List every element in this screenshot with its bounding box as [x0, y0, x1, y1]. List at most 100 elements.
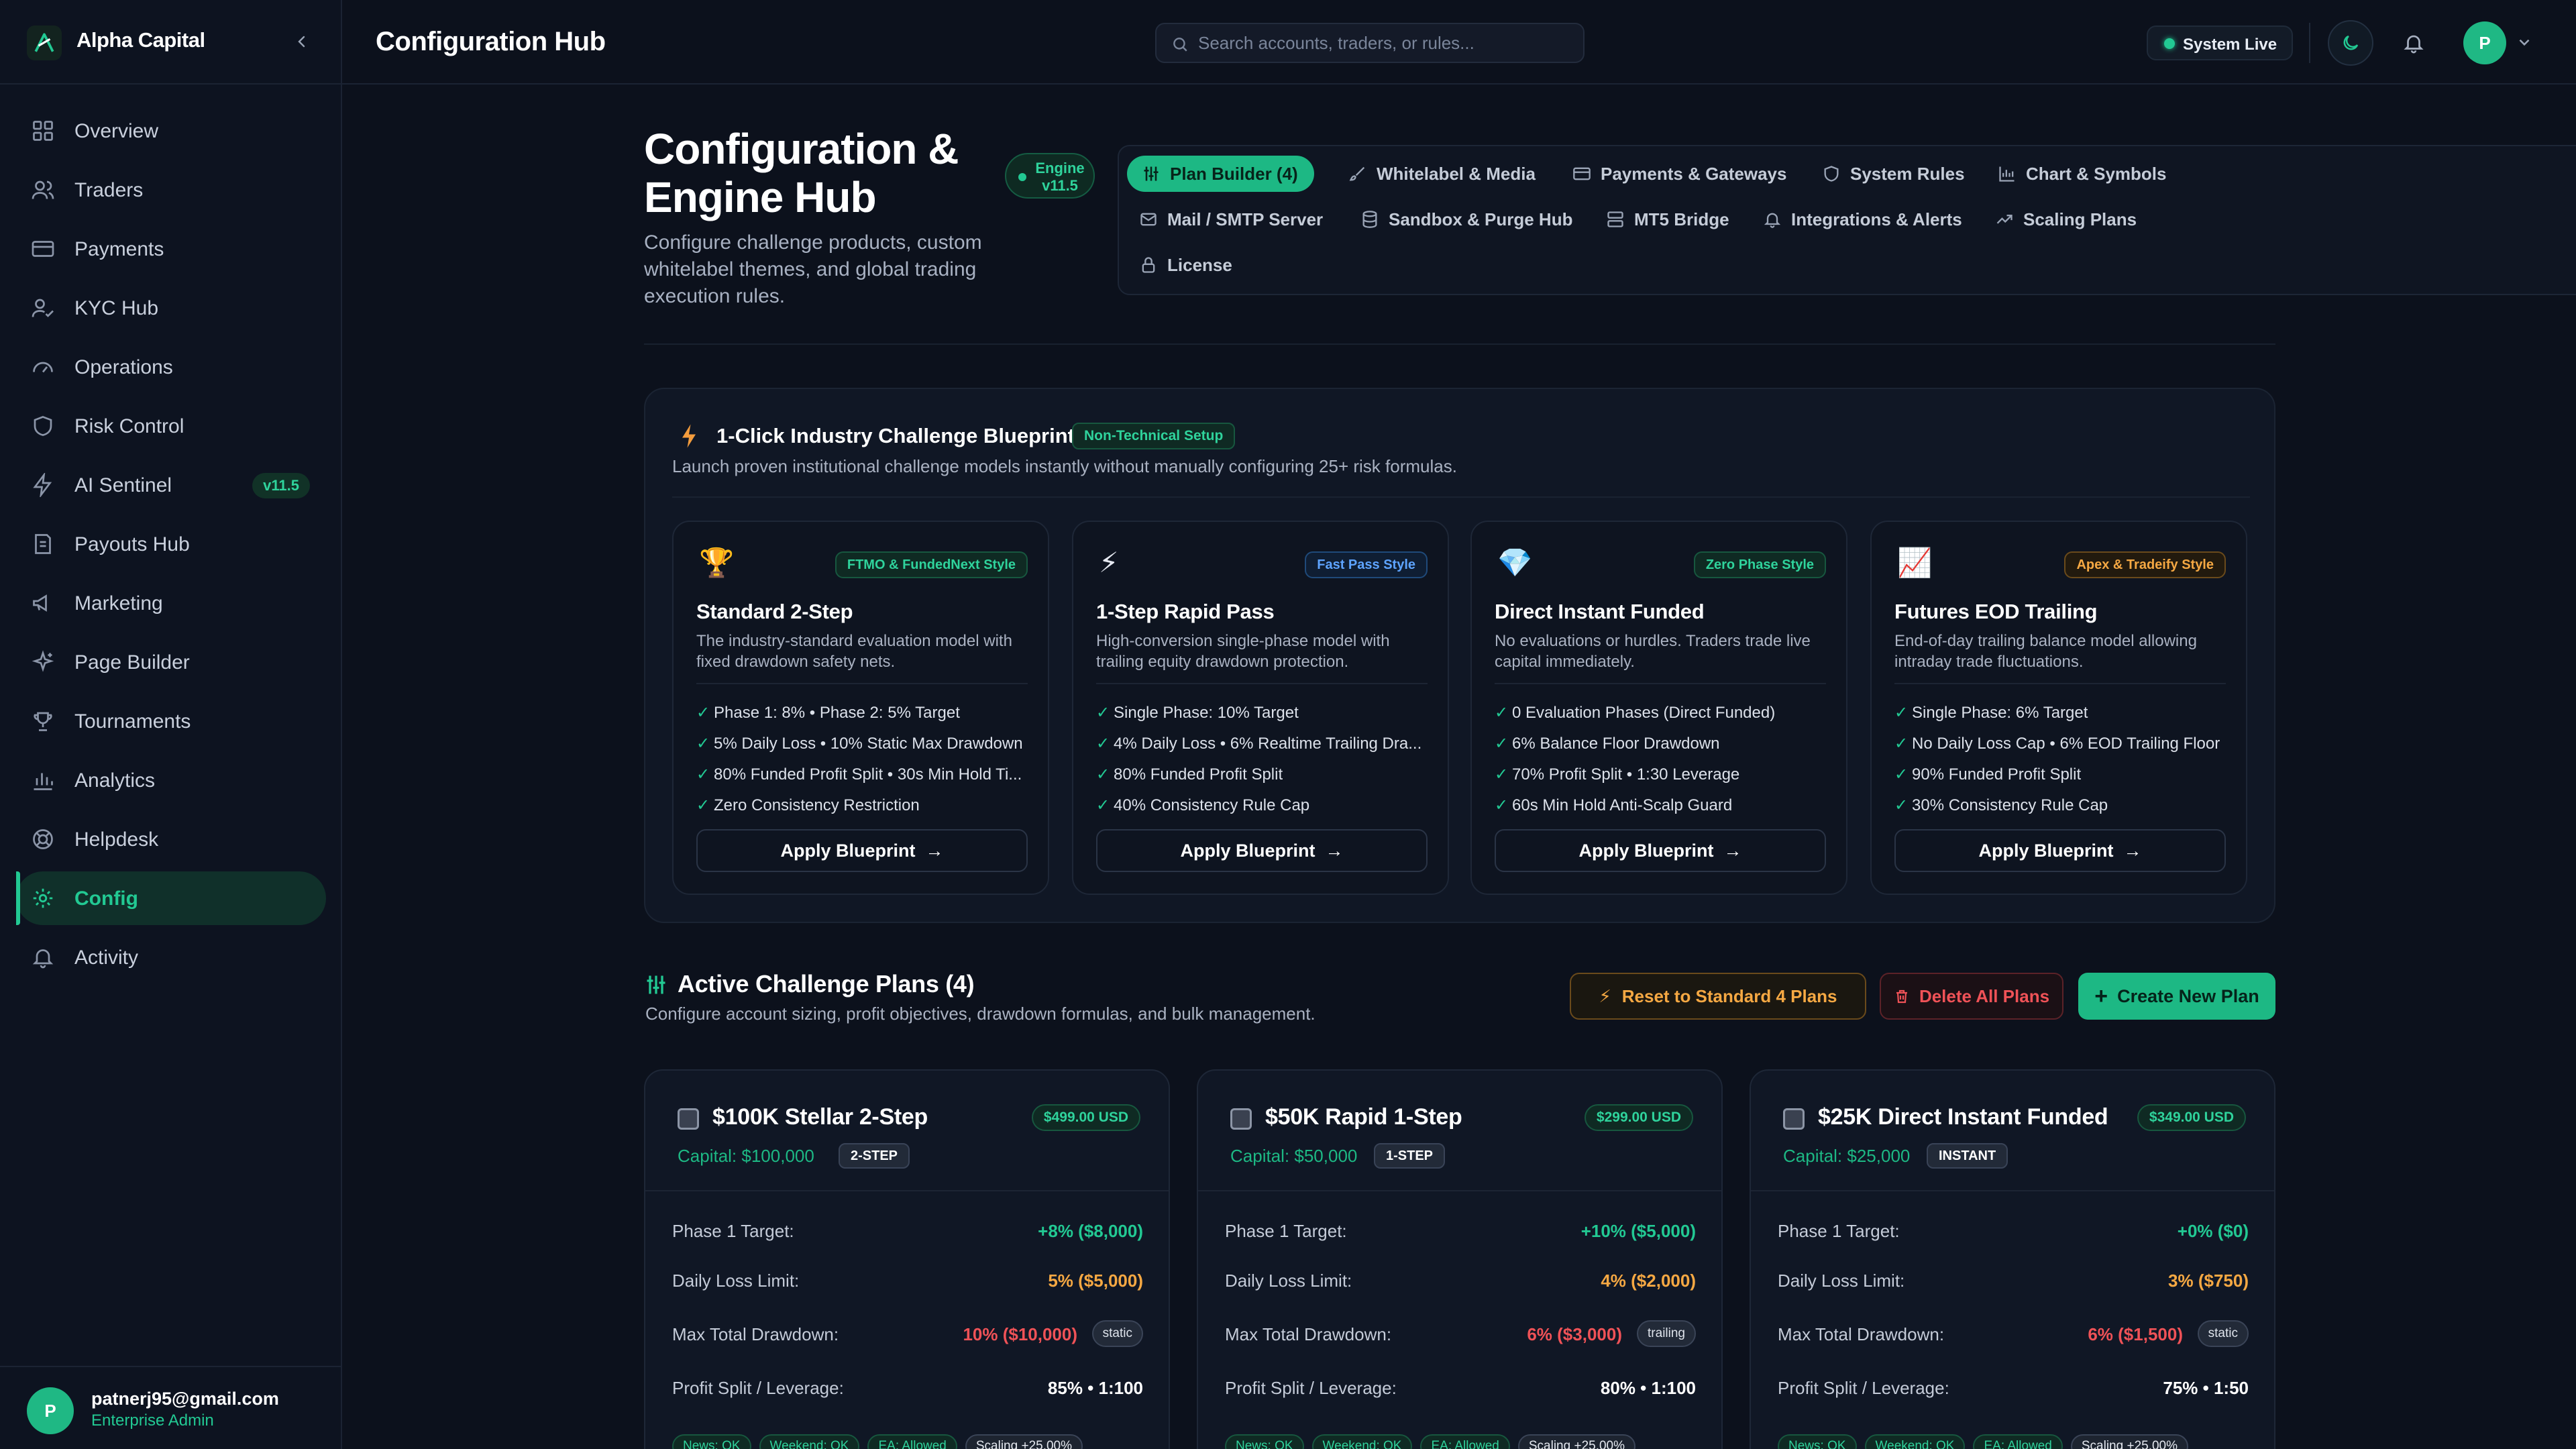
sidebar-item-label: Traders: [74, 179, 144, 201]
mail-icon: [1139, 210, 1158, 229]
apply-blueprint-button[interactable]: Apply Blueprint →: [696, 829, 1028, 872]
divider: [1198, 1190, 1721, 1191]
apply-blueprint-button[interactable]: Apply Blueprint →: [1495, 829, 1826, 872]
header-avatar[interactable]: P: [2463, 21, 2506, 64]
reset-plans-button[interactable]: ⚡ Reset to Standard 4 Plans: [1570, 973, 1866, 1020]
check-icon: ✓: [1096, 704, 1110, 722]
sidebar-item-label: Payments: [74, 238, 164, 260]
row-value: 6% ($3,000): [1527, 1324, 1622, 1344]
daily-loss-row: Daily Loss Limit: 4% ($2,000): [1225, 1267, 1696, 1293]
tab-scaling-plans[interactable]: Scaling Plans: [1984, 201, 2147, 237]
plan-capital: Capital: $25,000: [1783, 1146, 1911, 1166]
divider: [1894, 683, 2226, 684]
create-new-plan-button[interactable]: + Create New Plan: [2078, 973, 2275, 1020]
rule-chip: Scaling +25.00%: [2070, 1434, 2189, 1449]
tab-label: Chart & Symbols: [2026, 163, 2167, 184]
tab-system-rules[interactable]: System Rules: [1811, 156, 1976, 192]
row-value: 4% ($2,000): [1601, 1271, 1696, 1291]
chevron-down-icon[interactable]: [2516, 34, 2533, 51]
max-drawdown-row: Max Total Drawdown: 6% ($1,500) static: [1778, 1320, 2249, 1347]
button-label: Reset to Standard 4 Plans: [1621, 985, 1837, 1006]
trophy-icon: 🏆: [699, 547, 735, 578]
sidebar-item-config[interactable]: Config: [16, 871, 326, 925]
megaphone-icon: [31, 591, 55, 615]
drawdown-type-badge: static: [2197, 1320, 2249, 1347]
tab-label: Mail / SMTP Server: [1167, 209, 1324, 229]
tab-integrations-alerts[interactable]: Integrations & Alerts: [1752, 201, 1973, 237]
plan-select-checkbox[interactable]: [1783, 1108, 1805, 1130]
blueprint-style-tag: Fast Pass Style: [1305, 551, 1428, 578]
divider: [672, 496, 2250, 498]
tab-plan-builder[interactable]: Plan Builder (4): [1127, 156, 1314, 192]
sidebar-item-analytics[interactable]: Analytics: [16, 753, 326, 807]
tab-whitelabel-media[interactable]: Whitelabel & Media: [1338, 156, 1546, 192]
feature-text: Phase 1: 8% • Phase 2: 5% Target: [714, 704, 960, 722]
sidebar-item-overview[interactable]: Overview: [16, 104, 326, 158]
check-icon: ✓: [1894, 765, 1909, 784]
row-value: 80% • 1:100: [1600, 1378, 1696, 1398]
sidebar-item-risk-control[interactable]: Risk Control: [16, 399, 326, 453]
blueprint-description: No evaluations or hurdles. Traders trade…: [1495, 632, 1811, 671]
notifications-button[interactable]: [2395, 24, 2432, 62]
collapse-sidebar-chevron-icon[interactable]: [288, 28, 315, 55]
users-icon: [31, 178, 55, 202]
sidebar-item-label: Helpdesk: [74, 828, 159, 851]
tab-sandbox-purge[interactable]: Sandbox & Purge Hub: [1350, 201, 1583, 237]
search-input[interactable]: [1198, 24, 1574, 62]
sidebar-item-payouts-hub[interactable]: Payouts Hub: [16, 517, 326, 571]
sidebar-item-kyc-hub[interactable]: KYC Hub: [16, 281, 326, 335]
theme-toggle-button[interactable]: [2328, 20, 2373, 66]
sidebar-item-tournaments[interactable]: Tournaments: [16, 694, 326, 748]
bolt-icon: [31, 473, 55, 497]
list-item: ✓ Single Phase: 6% Target: [1894, 698, 2226, 729]
arrow-right-icon: →: [1325, 840, 1344, 861]
plan-card-100k-stellar: $100K Stellar 2-Step $499.00 USD Capital…: [644, 1069, 1170, 1449]
list-item: ✓ Zero Consistency Restriction: [696, 790, 1028, 821]
sidebar-item-activity[interactable]: Activity: [16, 930, 326, 984]
tab-mail-smtp[interactable]: Mail / SMTP Server: [1128, 201, 1334, 237]
button-label: Apply Blueprint: [1578, 840, 1714, 861]
tab-mt5-bridge[interactable]: MT5 Bridge: [1595, 201, 1740, 237]
tab-chart-symbols[interactable]: Chart & Symbols: [1987, 156, 2178, 192]
page-title: Configuration Hub: [376, 27, 606, 56]
apply-blueprint-button[interactable]: Apply Blueprint →: [1096, 829, 1428, 872]
check-icon: ✓: [1495, 735, 1509, 753]
tab-license[interactable]: License: [1128, 247, 1243, 283]
check-icon: ✓: [696, 765, 710, 784]
version-badge: v11.5: [252, 473, 310, 498]
bar-chart-icon: [31, 768, 55, 792]
blueprints-title: 1-Click Industry Challenge Blueprints: [716, 424, 1087, 447]
tab-payments-gateways[interactable]: Payments & Gateways: [1562, 156, 1797, 192]
sliders-icon: [644, 973, 668, 997]
check-icon: ✓: [1894, 735, 1909, 753]
trophy-icon: [31, 709, 55, 733]
rule-chip: Weekend: OK: [759, 1434, 860, 1449]
rule-chip: EA: Allowed: [867, 1434, 957, 1449]
sidebar-item-page-builder[interactable]: Page Builder: [16, 635, 326, 689]
list-item: ✓ 0 Evaluation Phases (Direct Funded): [1495, 698, 1826, 729]
sidebar-item-traders[interactable]: Traders: [16, 163, 326, 217]
section-divider: [644, 343, 2275, 345]
sidebar-item-ai-sentinel[interactable]: AI Sentinel v11.5: [16, 458, 326, 512]
plan-rule-chips: News: OK Weekend: OK EA: Allowed Scaling +2…: [1778, 1434, 2247, 1449]
sliders-icon: [1142, 164, 1161, 183]
button-label: Apply Blueprint: [780, 840, 916, 861]
feature-text: Single Phase: 10% Target: [1114, 704, 1299, 722]
receipt-icon: [31, 532, 55, 556]
plan-select-checkbox[interactable]: [1230, 1108, 1252, 1130]
feature-text: 5% Daily Loss • 10% Static Max Drawdown: [714, 735, 1023, 753]
lock-icon: [1139, 256, 1158, 274]
sidebar-item-operations[interactable]: Operations: [16, 340, 326, 394]
sidebar-item-marketing[interactable]: Marketing: [16, 576, 326, 630]
phase-target-row: Phase 1 Target: +8% ($8,000): [672, 1217, 1143, 1244]
sidebar-item-helpdesk[interactable]: Helpdesk: [16, 812, 326, 866]
plan-select-checkbox[interactable]: [678, 1108, 699, 1130]
blueprint-card-direct-instant-funded: 💎 Zero Phase Style Direct Instant Funded…: [1470, 521, 1847, 895]
apply-blueprint-button[interactable]: Apply Blueprint →: [1894, 829, 2226, 872]
sidebar-user-profile[interactable]: P patnerj95@gmail.com Enterprise Admin: [0, 1366, 342, 1449]
blueprint-features: ✓ 0 Evaluation Phases (Direct Funded) ✓ 6%…: [1495, 698, 1826, 821]
gear-icon: [31, 886, 55, 910]
delete-all-plans-button[interactable]: Delete All Plans: [1880, 973, 2063, 1020]
sidebar-item-payments[interactable]: Payments: [16, 222, 326, 276]
rule-chip: News: OK: [1225, 1434, 1304, 1449]
